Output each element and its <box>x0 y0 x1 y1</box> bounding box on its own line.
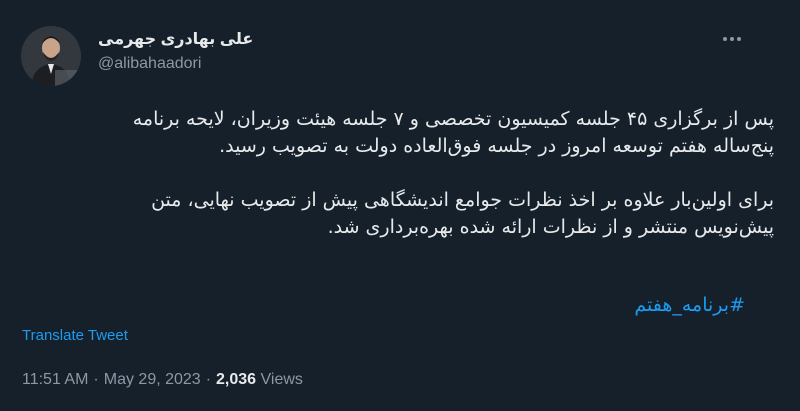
more-options-button[interactable] <box>712 25 752 53</box>
tweet-text-line: پس از برگزاری ۴۵ جلسه کمیسیون تخصصی و ۷ … <box>132 108 774 130</box>
views-label: Views <box>260 371 303 388</box>
tweet-text-line: پیش‌نویس منتشر و از نظرات ارائه شده بهره… <box>327 216 774 238</box>
avatar[interactable] <box>21 26 81 86</box>
tweet-text-line: برای اولین‌بار علاوه بر اخذ نظرات جوامع … <box>151 189 774 211</box>
tweet-card: علی بهادری جهرمی @alibahaadori پس از برگ… <box>0 0 800 411</box>
tweet-time[interactable]: 11:51 AM <box>22 371 88 388</box>
translate-tweet-link[interactable]: Translate Tweet <box>22 326 128 346</box>
separator-dot: · <box>93 371 99 388</box>
tweet-metadata: 11:51 AM · May 29, 2023 · 2,036 Views <box>22 370 303 390</box>
separator-dot: · <box>205 371 212 388</box>
more-horizontal-icon <box>723 37 741 41</box>
tweet-paragraph: پس از برگزاری ۴۵ جلسه کمیسیون تخصصی و ۷ … <box>40 106 774 160</box>
tweet-paragraph: برای اولین‌بار علاوه بر اخذ نظرات جوامع … <box>40 187 774 241</box>
tweet-text-line: پنج‌ساله هفتم توسعه امروز در جلسه فوق‌ال… <box>219 135 774 157</box>
tweet-date[interactable]: May 29, 2023 <box>104 371 201 388</box>
display-name[interactable]: علی بهادری جهرمی <box>98 30 253 50</box>
avatar-photo <box>21 26 81 86</box>
user-info[interactable]: علی بهادری جهرمی @alibahaadori <box>98 30 253 74</box>
views-count: 2,036 <box>216 371 257 388</box>
tweet-text: پس از برگزاری ۴۵ جلسه کمیسیون تخصصی و ۷ … <box>40 106 774 241</box>
hashtag-link[interactable]: #برنامه_هفتم <box>634 292 745 319</box>
username-handle[interactable]: @alibahaadori <box>98 54 253 74</box>
